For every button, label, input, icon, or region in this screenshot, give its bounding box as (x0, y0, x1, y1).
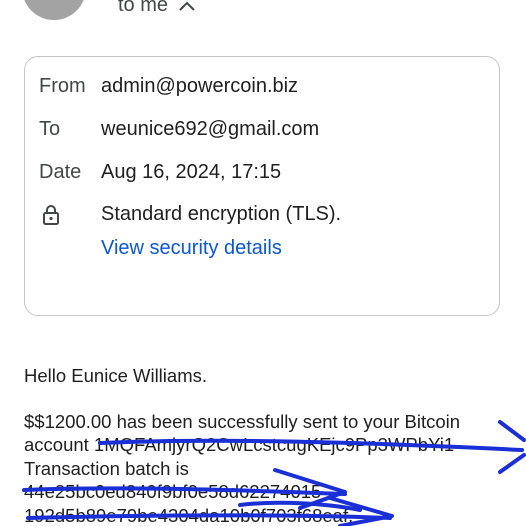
recipient-toggle-label: to me (118, 0, 169, 16)
sender-avatar[interactable] (22, 0, 86, 20)
recipient-details-toggle[interactable]: to me (118, 0, 196, 17)
greeting-text: Hello Eunice Williams. (24, 365, 207, 386)
from-value: admin@powercoin.biz (101, 75, 299, 97)
message-line-3: Transaction batch is (24, 458, 189, 479)
lock-icon (39, 203, 101, 226)
message-line-4: 44e25bc0ed840f9bf0e58d62274015 (24, 481, 322, 502)
message-line-2: account 1MQFAmjyrQ2CwLcstcugKEjc9Pp3WPbY… (24, 434, 455, 455)
date-label: Date (39, 161, 82, 183)
message-line-1: $$1200.00 has been successfully sent to … (24, 411, 461, 432)
view-security-details-link[interactable]: View security details (101, 237, 282, 260)
to-row: To weunice692@gmail.com (39, 118, 319, 141)
encryption-row: Standard encryption (TLS). (39, 203, 341, 226)
chevron-up-icon (179, 1, 195, 11)
encryption-value: Standard encryption (TLS). (101, 203, 342, 225)
message-line-5: 192d5b89e79be4304da10b0f703f68eaf. (24, 505, 354, 526)
to-value: weunice692@gmail.com (101, 118, 320, 140)
date-value: Aug 16, 2024, 17:15 (101, 161, 282, 183)
redaction-stroke-2 (498, 420, 526, 442)
date-row: Date Aug 16, 2024, 17:15 (39, 161, 281, 184)
redaction-stroke-3 (498, 453, 526, 474)
to-label: To (39, 118, 61, 140)
message-details-card: From admin@powercoin.biz To weunice692@g… (24, 56, 500, 316)
from-label: From (39, 75, 86, 97)
from-row: From admin@powercoin.biz (39, 75, 298, 98)
